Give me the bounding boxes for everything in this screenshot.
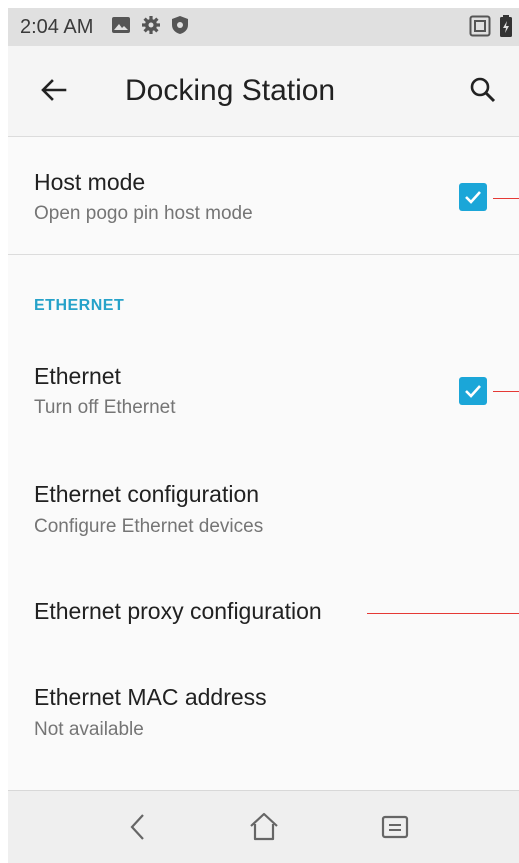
checkmark-icon <box>465 191 481 204</box>
checkmark-icon <box>465 385 481 398</box>
annotation-line <box>493 391 519 392</box>
back-nav-icon <box>130 814 144 840</box>
category-header: ETHERNET <box>34 297 125 314</box>
search-button[interactable] <box>463 70 503 110</box>
shield-icon <box>171 15 189 40</box>
page-title: Docking Station <box>125 74 336 107</box>
nav-recents-button[interactable] <box>377 809 413 845</box>
pref-ethernet-configuration[interactable]: Ethernet configuration Configure Etherne… <box>8 462 519 562</box>
pref-title: Ethernet proxy configuration <box>34 598 322 624</box>
ethernet-checkbox[interactable] <box>459 377 487 405</box>
status-time: 2:04 AM <box>20 15 94 38</box>
pref-ethernet-mac[interactable]: Ethernet MAC address Not available <box>8 665 519 765</box>
status-right-icons <box>469 15 513 42</box>
annotation-line <box>493 198 519 199</box>
search-icon <box>470 77 496 103</box>
nav-back-button[interactable] <box>121 809 157 845</box>
pref-title: Host mode <box>34 169 146 195</box>
gear-icon <box>141 15 161 40</box>
pref-summary: Turn off Ethernet <box>34 397 176 418</box>
pref-title: Ethernet configuration <box>34 481 260 507</box>
pref-summary: Configure Ethernet devices <box>34 516 264 537</box>
battery-icon <box>499 15 513 42</box>
nav-home-button[interactable] <box>246 809 282 845</box>
home-nav-icon <box>250 812 278 841</box>
arrow-back-icon <box>41 79 67 101</box>
pref-title: Ethernet MAC address <box>34 684 267 710</box>
pref-ethernet[interactable]: Ethernet Turn off Ethernet <box>8 337 519 442</box>
host-mode-checkbox[interactable] <box>459 183 487 211</box>
navigation-bar <box>8 790 519 863</box>
nfc-icon <box>469 15 491 42</box>
back-button[interactable] <box>34 70 74 110</box>
recents-nav-icon <box>381 815 409 839</box>
status-left-icons <box>111 15 189 40</box>
app-bar: Docking Station <box>8 46 519 137</box>
annotation-line <box>367 613 519 614</box>
pref-summary: Not available <box>34 719 144 740</box>
divider <box>8 254 519 255</box>
pref-host-mode[interactable]: Host mode Open pogo pin host mode <box>8 137 519 254</box>
status-bar: 2:04 AM <box>8 8 519 46</box>
pref-ethernet-proxy[interactable]: Ethernet proxy configuration <box>8 579 519 649</box>
preferences-list: Host mode Open pogo pin host mode ETHERN… <box>8 137 519 790</box>
pref-title: Ethernet <box>34 363 121 389</box>
image-icon <box>111 16 131 39</box>
pref-summary: Open pogo pin host mode <box>34 203 253 224</box>
